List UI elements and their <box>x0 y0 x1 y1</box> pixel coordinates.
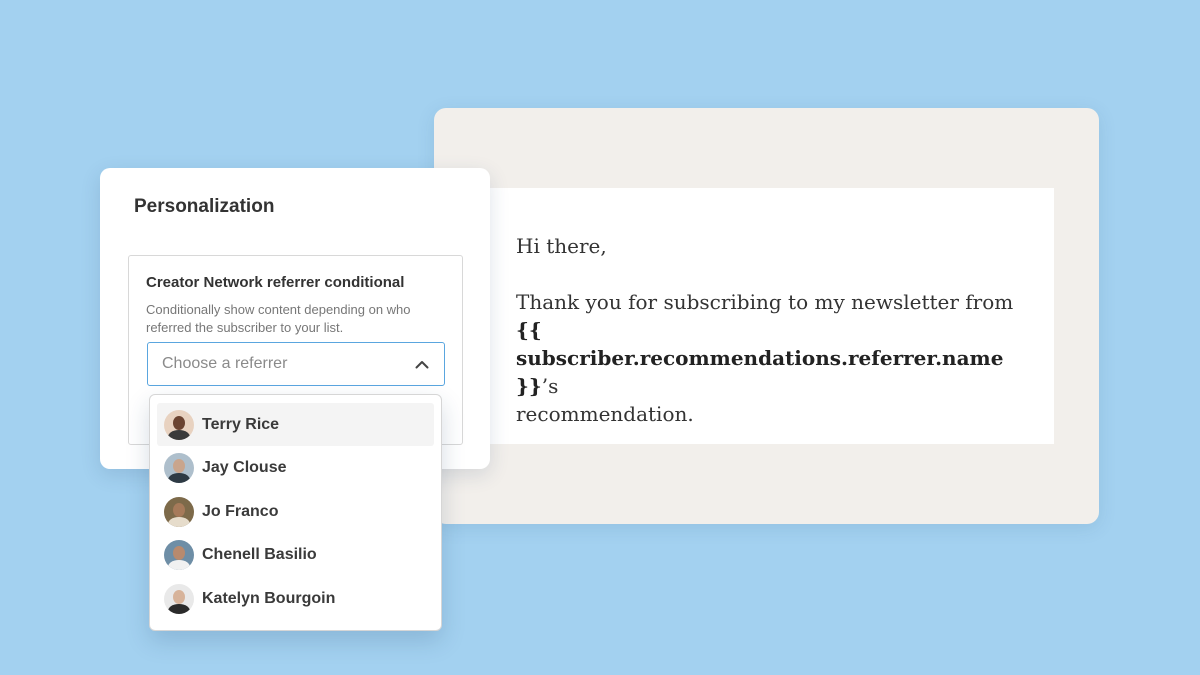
avatar-icon <box>164 583 194 614</box>
referrer-select-placeholder: Choose a referrer <box>162 355 288 372</box>
referrer-option[interactable]: Katelyn Bourgoin <box>157 577 434 620</box>
conditional-title: Creator Network referrer conditional <box>146 274 405 291</box>
referrer-select[interactable]: Choose a referrer <box>147 342 445 386</box>
chevron-up-icon[interactable] <box>414 356 430 372</box>
email-body-suffix: ’s <box>541 374 559 398</box>
referrer-option-label: Jay Clouse <box>202 459 287 476</box>
email-greeting: Hi there, <box>516 234 607 258</box>
avatar-icon <box>164 540 194 570</box>
email-body-prefix: Thank you for subscribing to my newslett… <box>516 290 1014 314</box>
referrer-option[interactable]: Chenell Basilio <box>157 534 434 577</box>
avatar-icon <box>164 409 194 440</box>
email-message: Thank you for subscribing to my newslett… <box>516 288 1034 428</box>
referrer-option-label: Terry Rice <box>202 415 280 433</box>
avatar-icon <box>164 496 194 527</box>
referrer-dropdown-menu: Terry Rice Jay Clouse Jo Franco Chenell … <box>149 394 442 631</box>
referrer-option[interactable]: Jay Clouse <box>157 447 434 490</box>
avatar-icon <box>164 453 194 483</box>
referrer-option-label: Katelyn Bourgoin <box>202 589 336 607</box>
email-preview-card: Hi there, Thank you for subscribing to m… <box>434 108 1099 524</box>
panel-title: Personalization <box>134 196 275 217</box>
referrer-option-label: Chenell Basilio <box>202 546 317 563</box>
email-body: Hi there, Thank you for subscribing to m… <box>490 188 1054 444</box>
merge-tag: {{ subscriber.recommendations.referrer.n… <box>516 318 1004 398</box>
email-body-end: recommendation. <box>516 402 694 426</box>
referrer-option-label: Jo Franco <box>202 502 279 520</box>
referrer-option[interactable]: Terry Rice <box>157 403 434 446</box>
conditional-description: Conditionally show content depending on … <box>146 302 411 335</box>
referrer-option[interactable]: Jo Franco <box>157 490 434 533</box>
